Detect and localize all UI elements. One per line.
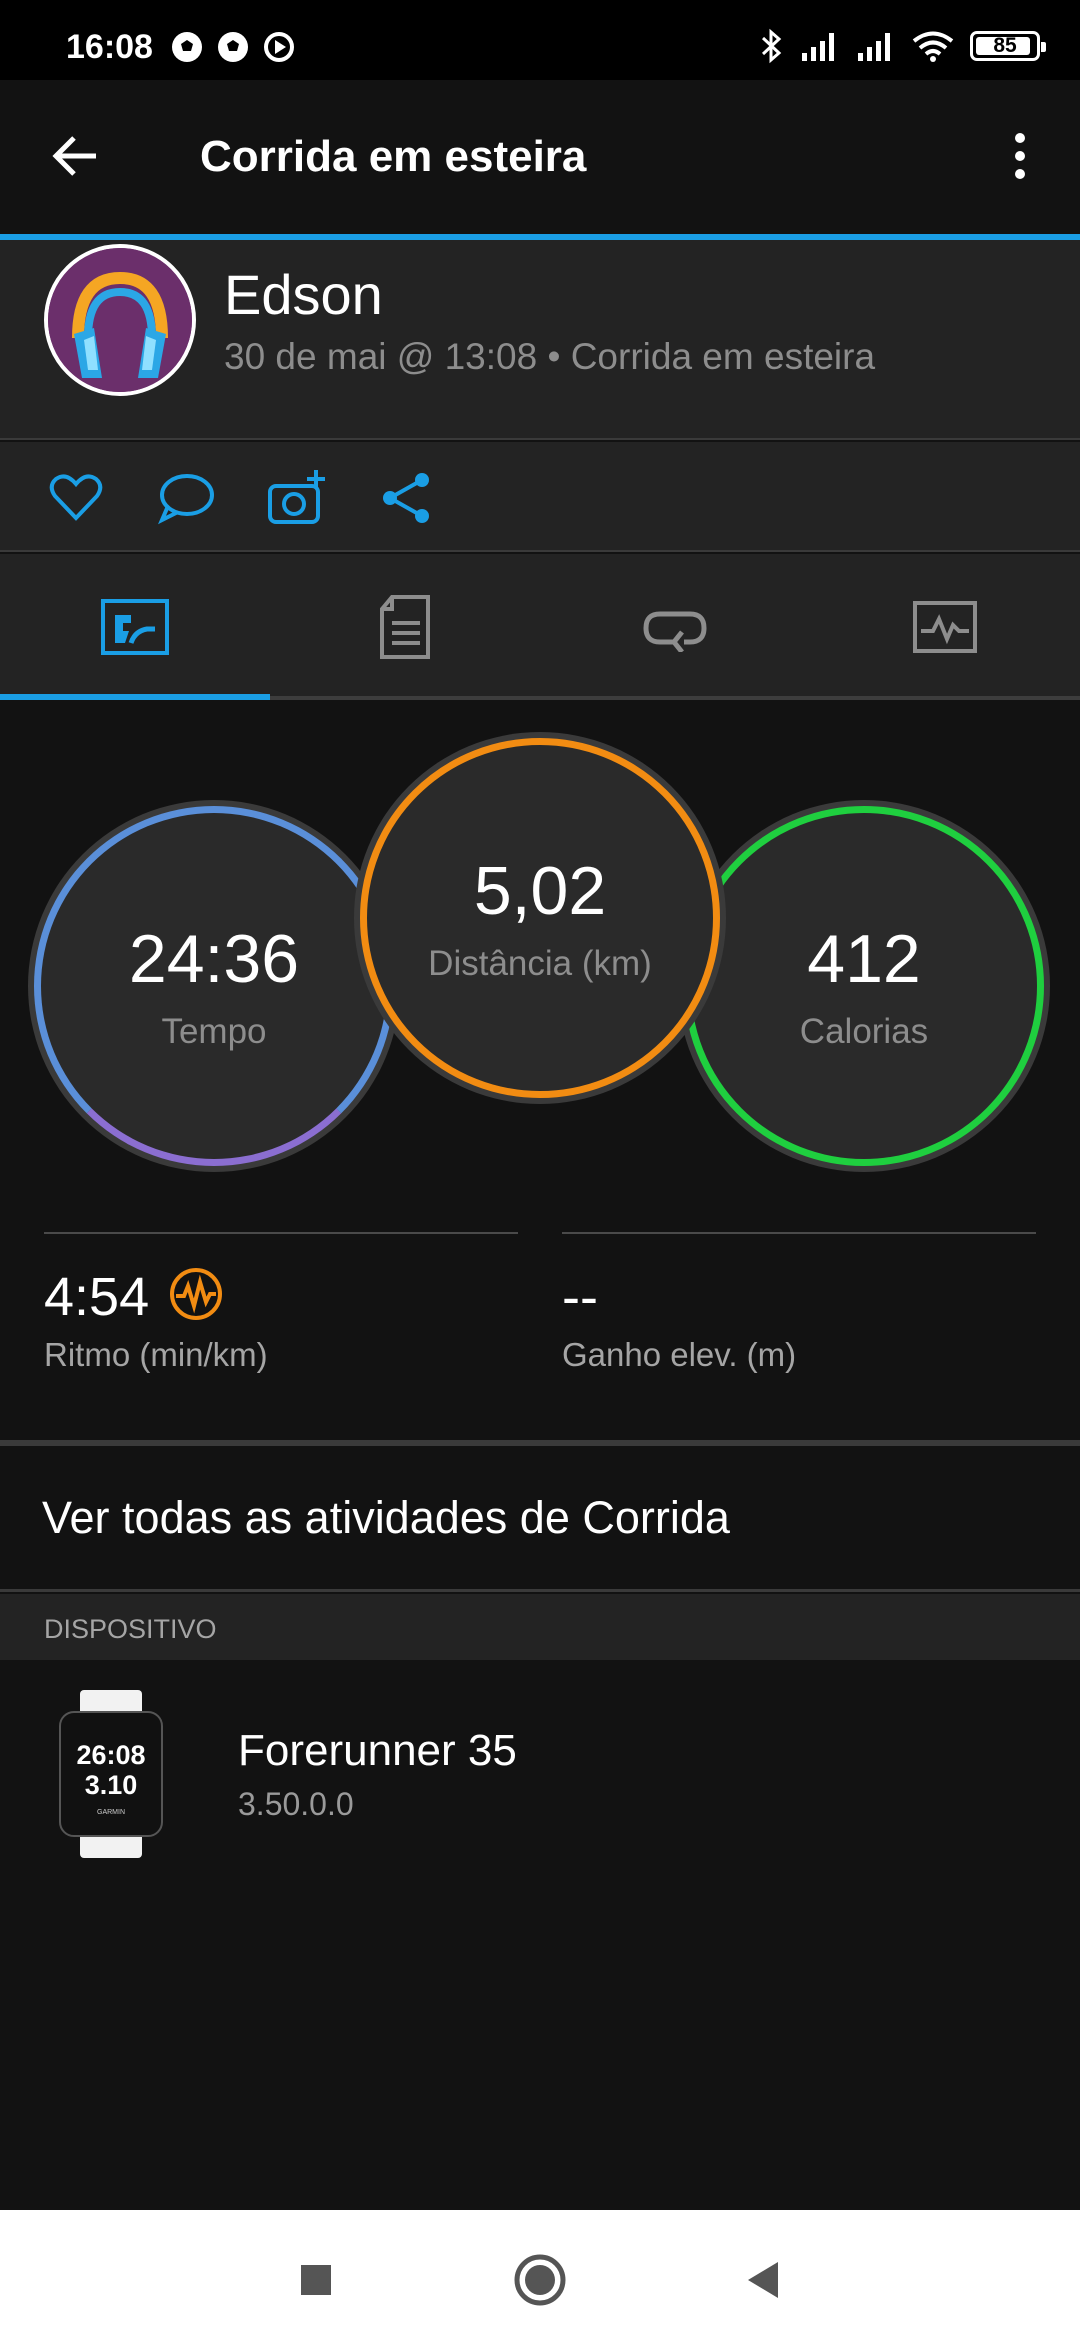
watch-face-value: 3.10 — [85, 1770, 138, 1800]
time-label: Tempo — [161, 1012, 267, 1051]
activity-header: Edson 30 de mai @ 13:08 • Corrida em est… — [0, 240, 1080, 440]
time-value: 24:36 — [128, 921, 300, 997]
page-title: Corrida em esteira — [200, 132, 587, 181]
distance-label: Distância (km) — [428, 944, 652, 983]
arrow-left-icon — [52, 136, 96, 176]
recents-button[interactable] — [286, 2250, 346, 2310]
status-time: 16:08 — [66, 28, 153, 66]
add-photo-button[interactable] — [266, 468, 326, 528]
share-icon — [383, 473, 429, 523]
watch-face-time: 26:08 — [76, 1740, 145, 1770]
activity-meta: 30 de mai @ 13:08 • Corrida em esteira — [224, 336, 876, 377]
watch-brand: GARMIN — [97, 1809, 125, 1816]
back-nav-button[interactable] — [734, 2250, 794, 2310]
app-bar: Corrida em esteira — [0, 80, 1080, 234]
device-name: Forerunner 35 — [238, 1726, 517, 1775]
pace-zone-icon — [170, 1268, 222, 1320]
user-name[interactable]: Edson — [224, 262, 383, 327]
triangle-back-icon — [748, 2262, 778, 2298]
bluetooth-icon — [761, 28, 782, 64]
soccer-ball-icon — [172, 32, 202, 62]
battery-level: 85 — [993, 34, 1017, 57]
view-all-activities-label: Ver todas as atividades de Corrida — [42, 1492, 730, 1543]
tab-laps[interactable] — [540, 554, 810, 700]
more-options-button[interactable] — [990, 126, 1050, 186]
elevation-value: -- — [562, 1267, 598, 1327]
tab-indicator — [0, 694, 270, 700]
tab-charts[interactable] — [810, 554, 1080, 700]
heart-icon — [49, 474, 103, 521]
square-icon — [301, 2265, 331, 2295]
like-button[interactable] — [46, 468, 106, 528]
comment-button[interactable] — [156, 468, 216, 528]
device-section-header: DISPOSITIVO — [0, 1594, 1080, 1660]
system-nav-bar — [0, 2210, 1080, 2340]
elevation-divider — [562, 1232, 1036, 1234]
tab-stats[interactable] — [0, 554, 270, 700]
calories-label: Calorias — [799, 1012, 929, 1051]
calories-value: 412 — [807, 921, 921, 997]
share-button[interactable] — [376, 468, 436, 528]
laps-loop-icon — [643, 611, 707, 652]
elevation-label: Ganho elev. (m) — [562, 1336, 797, 1373]
comment-icon — [158, 474, 214, 525]
device-version: 3.50.0.0 — [238, 1786, 354, 1822]
watch-icon: 26:08 3.10 GARMIN — [59, 1690, 163, 1858]
play-circle-icon — [264, 32, 294, 62]
distance-stat: 5,02 Distância (km) — [360, 738, 720, 1098]
device-section-title: DISPOSITIVO — [44, 1614, 217, 1644]
headphones-icon — [48, 248, 192, 392]
circle-icon — [514, 2254, 566, 2306]
view-all-activities-link[interactable]: Ver todas as atividades de Corrida — [0, 1446, 1080, 1592]
add-photo-icon — [268, 470, 325, 524]
activity-tabs — [0, 554, 1080, 700]
device-row[interactable]: 26:08 3.10 GARMIN Forerunner 35 3.50.0.0 — [0, 1660, 1080, 1880]
more-vert-icon — [1015, 133, 1025, 143]
home-button[interactable] — [510, 2250, 570, 2310]
stats-icon — [101, 599, 169, 655]
pace-value: 4:54 — [44, 1267, 150, 1327]
signal-icon — [858, 33, 890, 61]
pace-label: Ritmo (min/km) — [44, 1336, 268, 1373]
calories-stat: 412 Calorias — [684, 806, 1044, 1166]
wifi-icon — [912, 31, 954, 62]
tab-details[interactable] — [270, 554, 540, 700]
back-button[interactable] — [46, 126, 106, 186]
time-stat: 24:36 Tempo — [34, 806, 394, 1166]
soccer-ball-icon — [218, 32, 248, 62]
chart-icon — [913, 601, 977, 653]
avatar[interactable] — [44, 244, 196, 396]
signal-icon — [802, 33, 834, 61]
distance-value: 5,02 — [473, 853, 607, 929]
status-bar: 16:08 85 — [0, 0, 1080, 80]
pace-divider — [44, 1232, 518, 1234]
battery-icon: 85 — [970, 31, 1046, 61]
details-list-icon — [380, 595, 430, 659]
social-actions — [0, 442, 1080, 552]
